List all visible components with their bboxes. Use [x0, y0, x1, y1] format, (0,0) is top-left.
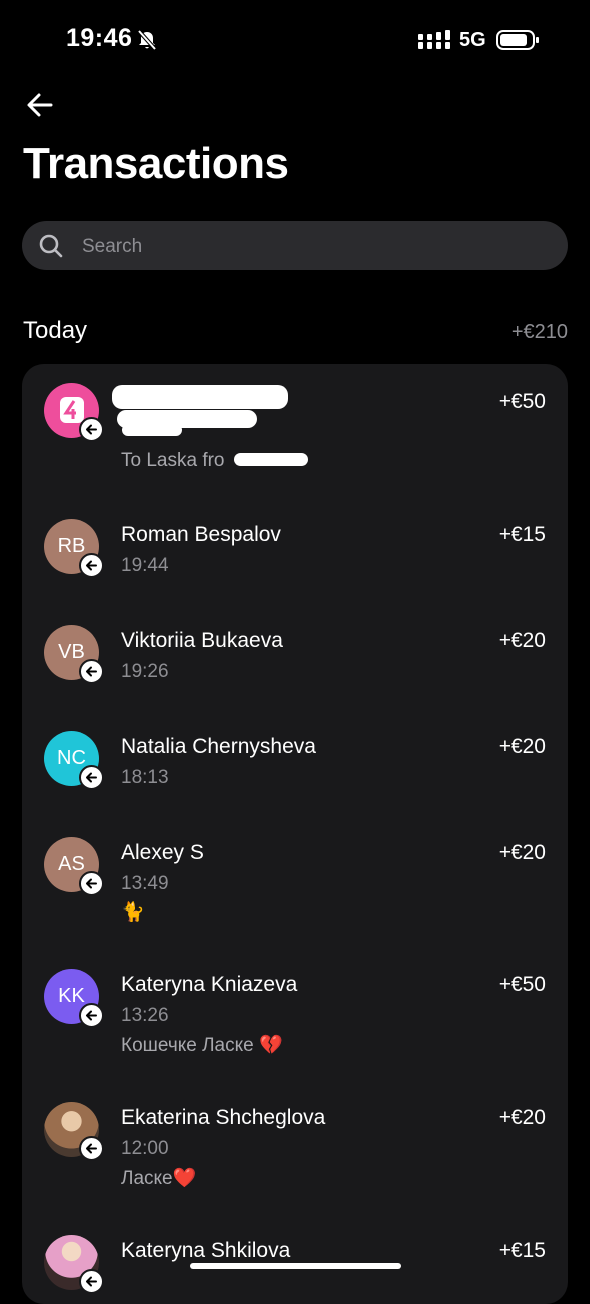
transaction-note: To Laska fro — [121, 450, 225, 471]
status-bar: 19:46 5G — [0, 0, 590, 80]
transaction-row[interactable]: VB Viktoriia Bukaeva 19:26 +€20 — [22, 606, 568, 706]
transaction-amount: +€15 — [498, 523, 546, 546]
incoming-badge — [79, 417, 104, 442]
incoming-badge — [79, 553, 104, 578]
arrow-left-small-icon — [86, 666, 97, 677]
avatar: NC — [44, 731, 104, 790]
redaction-mark — [112, 385, 288, 409]
avatar: KK — [44, 969, 104, 1028]
back-button[interactable] — [24, 88, 58, 122]
transaction-amount: +€20 — [498, 629, 546, 652]
avatar: VB — [44, 625, 104, 684]
transaction-amount: +€20 — [498, 735, 546, 758]
transaction-note: Кошечке Ласке 💔 — [121, 1035, 283, 1056]
network-type: 5G — [459, 29, 486, 51]
transaction-time: 19:26 — [121, 661, 169, 682]
arrow-left-small-icon — [86, 1276, 97, 1287]
search-input[interactable] — [80, 221, 554, 272]
arrow-left-small-icon — [86, 560, 97, 571]
transaction-name: Ekaterina Shcheglova — [121, 1106, 326, 1129]
avatar — [44, 383, 104, 442]
incoming-badge — [79, 1269, 104, 1294]
search-icon — [38, 233, 64, 264]
transaction-note: 🐈 — [121, 902, 145, 923]
transaction-row[interactable]: NC Natalia Chernysheva 18:13 +€20 — [22, 712, 568, 812]
transaction-time: 12:00 — [121, 1138, 169, 1159]
section-label: Today — [23, 317, 88, 344]
transaction-row[interactable]: Ekaterina Shcheglova 12:00 Ласке❤️ +€20 — [22, 1085, 568, 1213]
transaction-name: Kateryna Kniazeva — [121, 973, 298, 996]
transaction-name: Kateryna Shkilova — [121, 1239, 291, 1262]
transaction-time: 13:26 — [121, 1005, 169, 1026]
transaction-amount: +€50 — [498, 390, 546, 413]
avatar-photo — [44, 1102, 104, 1161]
incoming-badge — [79, 1136, 104, 1161]
arrow-left-small-icon — [86, 772, 97, 783]
incoming-badge — [79, 765, 104, 790]
transaction-time: 13:49 — [121, 873, 169, 894]
arrow-left-small-icon — [86, 878, 97, 889]
page-title: Transactions — [23, 139, 289, 188]
home-indicator[interactable] — [190, 1263, 401, 1269]
transaction-amount: +€20 — [498, 841, 546, 864]
transaction-name: Natalia Chernysheva — [121, 735, 316, 758]
transaction-amount: +€15 — [498, 1239, 546, 1262]
transactions-list: To Laska fro +€50 RB Roman Bespalov 19:4… — [22, 364, 568, 1304]
arrow-left-small-icon — [86, 424, 97, 435]
signal-icon — [418, 30, 450, 55]
transaction-row[interactable]: KK Kateryna Kniazeva 13:26 Кошечке Ласке… — [22, 952, 568, 1080]
arrow-left-small-icon — [86, 1143, 97, 1154]
search-bar[interactable] — [22, 221, 568, 272]
transaction-time: 18:13 — [121, 767, 169, 788]
avatar-photo — [44, 1235, 104, 1294]
redaction-mark — [234, 453, 308, 466]
incoming-badge — [79, 871, 104, 896]
transaction-note: Ласке❤️ — [121, 1168, 197, 1189]
transaction-row[interactable]: To Laska fro +€50 — [22, 364, 568, 494]
battery-icon — [496, 30, 540, 55]
transaction-name: Roman Bespalov — [121, 523, 281, 546]
incoming-badge — [79, 1003, 104, 1028]
transaction-amount: +€50 — [498, 973, 546, 996]
arrow-left-small-icon — [86, 1010, 97, 1021]
avatar: RB — [44, 519, 104, 578]
arrow-left-icon — [27, 93, 53, 117]
muted-bell-icon — [136, 29, 158, 56]
transaction-row[interactable]: AS Alexey S 13:49 🐈 +€20 — [22, 818, 568, 946]
transaction-row[interactable]: RB Roman Bespalov 19:44 +€15 — [22, 500, 568, 600]
transaction-row[interactable]: Kateryna Shkilova +€15 — [22, 1218, 568, 1304]
avatar: AS — [44, 837, 104, 896]
transaction-amount: +€20 — [498, 1106, 546, 1129]
transaction-time: 19:44 — [121, 555, 169, 576]
section-total: +€210 — [511, 321, 568, 343]
incoming-badge — [79, 659, 104, 684]
transaction-name: Alexey S — [121, 841, 204, 864]
status-time: 19:46 — [66, 24, 133, 52]
redaction-mark — [122, 424, 182, 436]
transaction-name: Viktoriia Bukaeva — [121, 629, 283, 652]
